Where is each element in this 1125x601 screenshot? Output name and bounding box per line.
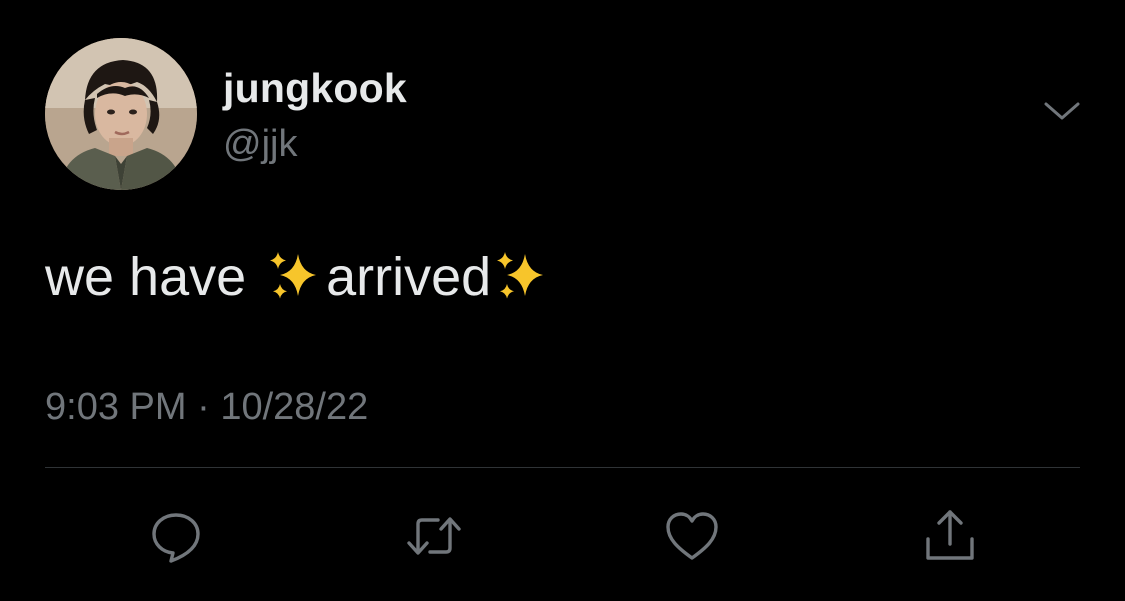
user-handle[interactable]: @jjk — [223, 121, 297, 167]
separator-dot: · — [197, 386, 210, 428]
tweet-card: jungkook @jjk we have arrived 9:03 PM · — [0, 0, 1125, 601]
tweet-timestamp[interactable]: 9:03 PM · 10/28/22 — [45, 384, 368, 430]
share-upload-icon — [926, 510, 974, 560]
sparkles-icon — [264, 248, 326, 306]
retweet-arrows-icon — [407, 517, 461, 555]
share-button[interactable] — [920, 506, 980, 566]
tweet-time: 9:03 PM — [45, 386, 187, 428]
tweet-text: we have arrived — [45, 244, 553, 310]
divider — [45, 467, 1080, 468]
chevron-down-icon[interactable] — [1040, 96, 1084, 126]
avatar-image — [45, 38, 197, 190]
heart-icon — [666, 512, 718, 560]
speech-bubble-icon — [152, 513, 200, 563]
like-button[interactable] — [662, 506, 722, 566]
reply-button[interactable] — [146, 506, 206, 566]
display-name[interactable]: jungkook — [223, 64, 407, 112]
retweet-button[interactable] — [404, 506, 464, 566]
tweet-text-part1: we have — [45, 247, 247, 307]
tweet-date: 10/28/22 — [220, 386, 369, 428]
avatar[interactable] — [45, 38, 197, 190]
tweet-text-part2: arrived — [326, 247, 492, 307]
sparkles-icon — [491, 248, 553, 306]
